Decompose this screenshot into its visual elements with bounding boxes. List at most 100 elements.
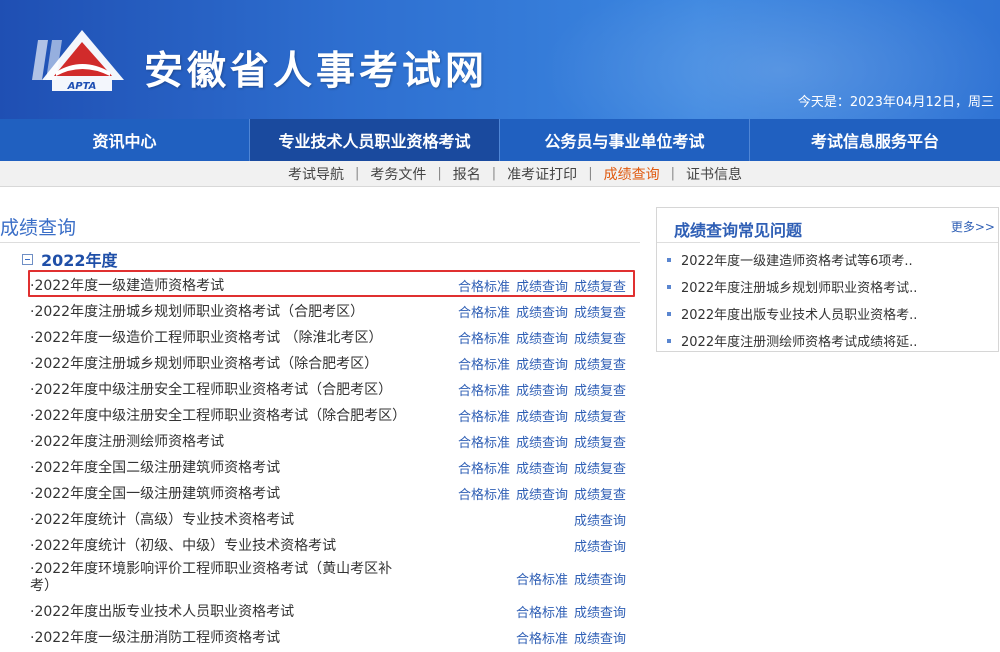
faq-item-label: 2022年度注册测绘师资格考试成绩将延.. bbox=[681, 335, 918, 350]
pass-standard-link[interactable]: 合格标准 bbox=[458, 406, 510, 425]
exam-actions: 合格标准 成绩查询 成绩复查 bbox=[452, 376, 626, 402]
apta-logo-icon[interactable]: APTA bbox=[32, 28, 132, 92]
exam-name: 2022年度环境影响评价工程师职业资格考试（黄山考区补考） bbox=[30, 561, 393, 594]
nav-news-center[interactable]: 资讯中心 bbox=[0, 119, 250, 161]
exam-name: 2022年度统计（高级）专业技术资格考试 bbox=[34, 512, 295, 528]
sub-nav: 考试导航 | 考务文件 | 报名 | 准考证打印 | 成绩查询 | 证书信息 bbox=[0, 161, 1000, 187]
score-query-link[interactable]: 成绩查询 bbox=[516, 432, 568, 451]
exam-name-link[interactable]: ·2022年度一级造价工程师职业资格考试 （除淮北考区） bbox=[30, 327, 383, 347]
faq-item[interactable]: 2022年度注册测绘师资格考试成绩将延.. bbox=[657, 327, 998, 354]
exam-actions: 合格标准 成绩查询 成绩复查 bbox=[452, 402, 626, 428]
exam-row: ·2022年度统计（初级、中级）专业技术资格考试 成绩查询 bbox=[30, 532, 630, 558]
faq-item[interactable]: 2022年度出版专业技术人员职业资格考.. bbox=[657, 300, 998, 327]
year-group-header[interactable]: 2022年度 bbox=[22, 247, 118, 271]
exam-name-link[interactable]: ·2022年度一级注册消防工程师资格考试 bbox=[30, 627, 280, 647]
exam-actions: 合格标准 成绩查询 成绩复查 bbox=[452, 428, 626, 454]
subnav-exam-documents[interactable]: 考务文件 bbox=[359, 164, 437, 184]
score-query-link[interactable]: 成绩查询 bbox=[574, 569, 626, 588]
exam-row: ·2022年度一级注册消防工程师资格考试 合格标准 成绩查询 bbox=[30, 624, 630, 650]
pass-standard-link[interactable]: 合格标准 bbox=[458, 380, 510, 399]
score-review-link[interactable]: 成绩复查 bbox=[574, 302, 626, 321]
score-query-link[interactable]: 成绩查询 bbox=[516, 458, 568, 477]
exam-name-link[interactable]: ·2022年度出版专业技术人员职业资格考试 bbox=[30, 601, 294, 621]
score-review-link[interactable]: 成绩复查 bbox=[574, 380, 626, 399]
faq-item-label: 2022年度出版专业技术人员职业资格考.. bbox=[681, 308, 918, 323]
collapse-icon[interactable] bbox=[22, 253, 33, 265]
pass-standard-link[interactable]: 合格标准 bbox=[458, 458, 510, 477]
pass-standard-link[interactable]: 合格标准 bbox=[516, 569, 568, 588]
exam-name: 2022年度注册城乡规划师职业资格考试（合肥考区） bbox=[34, 304, 365, 320]
nav-exam-service-platform[interactable]: 考试信息服务平台 bbox=[750, 119, 1000, 161]
exam-name-link[interactable]: ·2022年度全国一级注册建筑师资格考试 bbox=[30, 483, 280, 503]
score-query-link[interactable]: 成绩查询 bbox=[516, 406, 568, 425]
pass-standard-link[interactable]: 合格标准 bbox=[458, 432, 510, 451]
page-title: 成绩查询 bbox=[0, 217, 77, 239]
exam-name-link[interactable]: ·2022年度注册城乡规划师职业资格考试（合肥考区） bbox=[30, 301, 364, 321]
exam-name: 2022年度中级注册安全工程师职业资格考试（合肥考区） bbox=[34, 382, 393, 398]
score-review-link[interactable]: 成绩复查 bbox=[574, 406, 626, 425]
header-banner: APTA 安徽省人事考试网 今天是：2023年04月12日，周三 bbox=[0, 0, 1000, 119]
score-query-link[interactable]: 成绩查询 bbox=[516, 328, 568, 347]
score-query-link[interactable]: 成绩查询 bbox=[574, 628, 626, 647]
nav-professional-exams[interactable]: 专业技术人员职业资格考试 bbox=[250, 119, 500, 161]
subnav-registration[interactable]: 报名 bbox=[442, 164, 492, 184]
exam-actions: 合格标准 成绩查询 bbox=[510, 598, 626, 624]
faq-title: 成绩查询常见问题 bbox=[674, 221, 803, 240]
pass-standard-link[interactable]: 合格标准 bbox=[516, 602, 568, 621]
exam-actions: 合格标准 成绩查询 bbox=[510, 565, 626, 591]
more-link[interactable]: 更多>> bbox=[951, 218, 995, 235]
score-query-link[interactable]: 成绩查询 bbox=[574, 536, 626, 555]
pass-standard-link[interactable]: 合格标准 bbox=[458, 328, 510, 347]
title-divider bbox=[0, 242, 640, 243]
exam-list: ·2022年度一级建造师资格考试 合格标准 成绩查询 成绩复查 ·2022年度注册城乡规… bbox=[30, 272, 630, 650]
nav-civil-service-exams[interactable]: 公务员与事业单位考试 bbox=[500, 119, 750, 161]
pass-standard-link[interactable]: 合格标准 bbox=[516, 628, 568, 647]
exam-name-link[interactable]: ·2022年度统计（高级）专业技术资格考试 bbox=[30, 509, 294, 529]
exam-name: 2022年度一级注册消防工程师资格考试 bbox=[34, 630, 281, 646]
exam-actions: 合格标准 成绩查询 成绩复查 bbox=[452, 480, 626, 506]
faq-panel: 成绩查询常见问题 更多>> 2022年度一级建造师资格考试等6项考.. 2022… bbox=[656, 207, 999, 352]
score-query-link[interactable]: 成绩查询 bbox=[574, 510, 626, 529]
score-review-link[interactable]: 成绩复查 bbox=[574, 354, 626, 373]
pass-standard-link[interactable]: 合格标准 bbox=[458, 302, 510, 321]
exam-name-link[interactable]: ·2022年度统计（初级、中级）专业技术资格考试 bbox=[30, 535, 336, 555]
exam-actions: 合格标准 成绩查询 bbox=[510, 624, 626, 650]
score-query-link[interactable]: 成绩查询 bbox=[516, 354, 568, 373]
exam-name-link[interactable]: ·2022年度中级注册安全工程师职业资格考试（除合肥考区） bbox=[30, 405, 406, 425]
exam-name-link[interactable]: ·2022年度环境影响评价工程师职业资格考试（黄山考区补考） bbox=[30, 561, 400, 595]
exam-actions: 合格标准 成绩查询 成绩复查 bbox=[452, 298, 626, 324]
score-review-link[interactable]: 成绩复查 bbox=[574, 484, 626, 503]
exam-name-link[interactable]: ·2022年度注册测绘师资格考试 bbox=[30, 431, 224, 451]
subnav-certificate-info[interactable]: 证书信息 bbox=[675, 164, 753, 184]
exam-name: 2022年度全国二级注册建筑师资格考试 bbox=[34, 460, 281, 476]
exam-actions: 成绩查询 bbox=[568, 532, 626, 558]
pass-standard-link[interactable]: 合格标准 bbox=[458, 484, 510, 503]
exam-name: 2022年度注册城乡规划师职业资格考试（除合肥考区） bbox=[34, 356, 379, 372]
exam-name: 2022年度统计（初级、中级）专业技术资格考试 bbox=[34, 538, 337, 554]
score-review-link[interactable]: 成绩复查 bbox=[574, 328, 626, 347]
subnav-admission-ticket[interactable]: 准考证打印 bbox=[496, 164, 588, 184]
exam-name-link[interactable]: ·2022年度注册城乡规划师职业资格考试（除合肥考区） bbox=[30, 353, 378, 373]
exam-row: ·2022年度注册测绘师资格考试 合格标准 成绩查询 成绩复查 bbox=[30, 428, 630, 454]
score-query-link[interactable]: 成绩查询 bbox=[516, 484, 568, 503]
bullet-icon bbox=[667, 338, 671, 343]
score-query-link[interactable]: 成绩查询 bbox=[574, 602, 626, 621]
exam-name-link[interactable]: ·2022年度全国二级注册建筑师资格考试 bbox=[30, 457, 280, 477]
main-nav: 资讯中心 专业技术人员职业资格考试 公务员与事业单位考试 考试信息服务平台 bbox=[0, 119, 1000, 161]
score-query-link[interactable]: 成绩查询 bbox=[516, 380, 568, 399]
exam-actions: 合格标准 成绩查询 成绩复查 bbox=[452, 324, 626, 350]
year-label: 2022年度 bbox=[41, 251, 118, 270]
score-review-link[interactable]: 成绩复查 bbox=[574, 432, 626, 451]
subnav-exam-guide[interactable]: 考试导航 bbox=[277, 164, 355, 184]
score-query-link[interactable]: 成绩查询 bbox=[516, 302, 568, 321]
exam-name: 2022年度注册测绘师资格考试 bbox=[34, 434, 225, 450]
faq-item[interactable]: 2022年度一级建造师资格考试等6项考.. bbox=[657, 246, 998, 273]
subnav-score-query[interactable]: 成绩查询 bbox=[593, 164, 671, 184]
site-title[interactable]: 安徽省人事考试网 bbox=[144, 40, 488, 96]
score-review-link[interactable]: 成绩复查 bbox=[574, 458, 626, 477]
bullet-icon bbox=[667, 311, 671, 316]
pass-standard-link[interactable]: 合格标准 bbox=[458, 354, 510, 373]
faq-item[interactable]: 2022年度注册城乡规划师职业资格考试.. bbox=[657, 273, 998, 300]
faq-list: 2022年度一级建造师资格考试等6项考.. 2022年度注册城乡规划师职业资格考… bbox=[657, 243, 998, 354]
exam-name-link[interactable]: ·2022年度中级注册安全工程师职业资格考试（合肥考区） bbox=[30, 379, 392, 399]
